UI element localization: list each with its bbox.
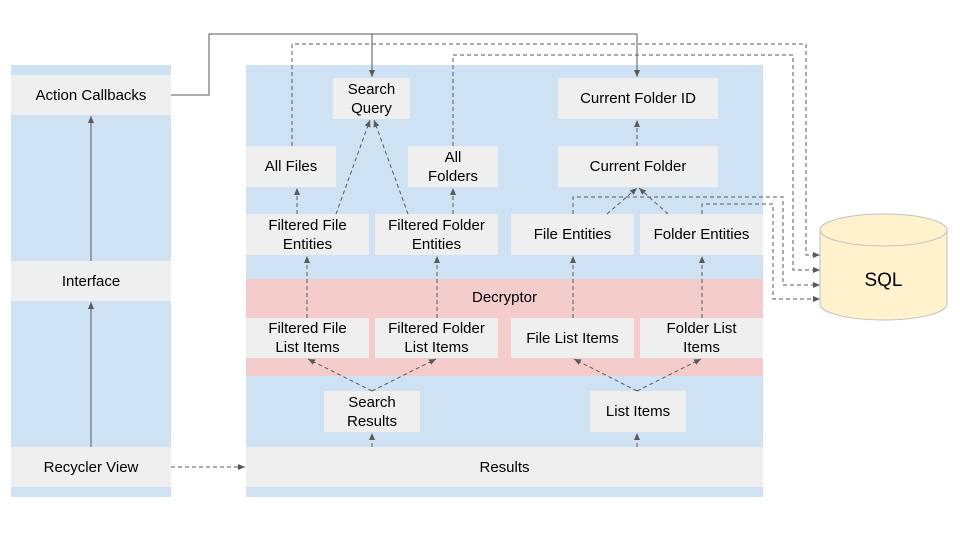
sql-database-icon — [819, 213, 948, 321]
arrow-fileent-sql — [572, 196, 820, 288]
sql-label: SQL — [864, 270, 903, 291]
connectors — [88, 33, 948, 470]
arrow-allfolders-sql — [452, 54, 820, 273]
arrow-allfiles-sql — [291, 43, 820, 258]
arrow-callbacks-to-search — [171, 33, 375, 96]
arrow-folderent-sql — [701, 203, 820, 302]
